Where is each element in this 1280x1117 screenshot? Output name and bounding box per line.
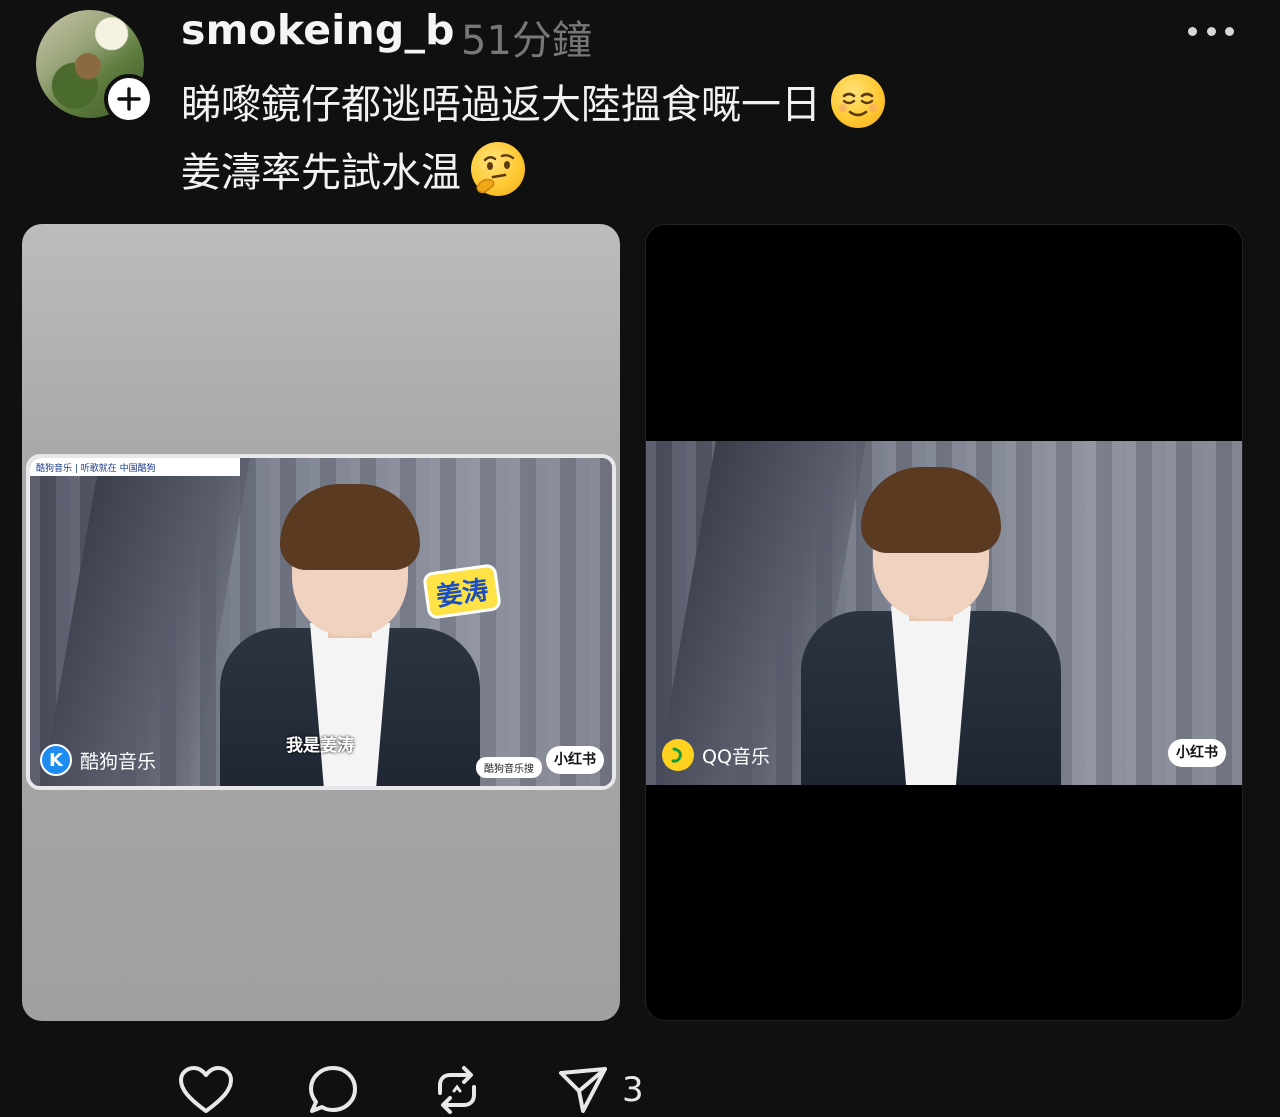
person-figure bbox=[801, 461, 1061, 785]
post-caption-line-2: 姜濤率先試水温 bbox=[181, 140, 525, 198]
brand-label: QQ音乐 bbox=[702, 745, 770, 768]
plus-icon bbox=[117, 87, 141, 111]
heart-icon bbox=[179, 1066, 233, 1113]
share-count: 3 bbox=[622, 1070, 644, 1110]
post-caption-line-1: 睇嚟鏡仔都逃唔過返大陸搵食嘅一日 bbox=[181, 72, 885, 130]
media-image-1[interactable]: 酷狗音乐 | 听歌就在 中国酷狗 姜涛 我是姜涛 K 酷狗音乐 酷狗音乐搜 小红… bbox=[22, 224, 620, 1021]
repost-button[interactable] bbox=[430, 1062, 484, 1117]
thinking-face-emoji-icon bbox=[471, 142, 525, 196]
qq-music-icon bbox=[662, 739, 694, 771]
kugou-icon: K bbox=[40, 744, 72, 776]
video-still: QQ音乐 小红书 bbox=[646, 441, 1242, 785]
video-still: 酷狗音乐 | 听歌就在 中国酷狗 姜涛 我是姜涛 K 酷狗音乐 酷狗音乐搜 小红… bbox=[26, 454, 616, 790]
video-subtitle: 我是姜涛 bbox=[286, 736, 354, 756]
relieved-face-emoji-icon bbox=[831, 74, 885, 128]
qq-music-logo: QQ音乐 bbox=[662, 739, 770, 771]
xiaohongshu-watermark: 小红书 bbox=[546, 746, 604, 774]
caption-text: 睇嚟鏡仔都逃唔過返大陸搵食嘅一日 bbox=[181, 82, 821, 128]
more-options-button[interactable] bbox=[1188, 22, 1234, 40]
post-timestamp: 51分鐘 bbox=[461, 18, 592, 64]
reply-button[interactable] bbox=[306, 1062, 360, 1117]
search-watermark: 酷狗音乐搜 bbox=[476, 757, 542, 778]
xiaohongshu-watermark: 小红书 bbox=[1168, 739, 1226, 767]
brand-label: 酷狗音乐 bbox=[80, 750, 157, 773]
repost-icon bbox=[438, 1066, 476, 1114]
share-button[interactable]: 3 bbox=[556, 1062, 644, 1117]
follow-button[interactable] bbox=[104, 74, 154, 124]
comment-icon bbox=[309, 1066, 357, 1113]
thread-post: smokeing_b 51分鐘 睇嚟鏡仔都逃唔過返大陸搵食嘅一日 姜濤率先試水温 bbox=[0, 0, 1280, 1117]
video-top-banner: 酷狗音乐 | 听歌就在 中国酷狗 bbox=[30, 458, 240, 476]
more-icon bbox=[1188, 26, 1197, 36]
username[interactable]: smokeing_b bbox=[181, 6, 455, 54]
avatar-group bbox=[36, 10, 154, 128]
send-icon bbox=[559, 1067, 607, 1113]
media-image-2[interactable]: QQ音乐 小红书 bbox=[645, 224, 1243, 1021]
like-button[interactable] bbox=[178, 1062, 234, 1117]
caption-text: 姜濤率先試水温 bbox=[181, 150, 461, 196]
kugou-logo: K 酷狗音乐 bbox=[40, 744, 156, 776]
